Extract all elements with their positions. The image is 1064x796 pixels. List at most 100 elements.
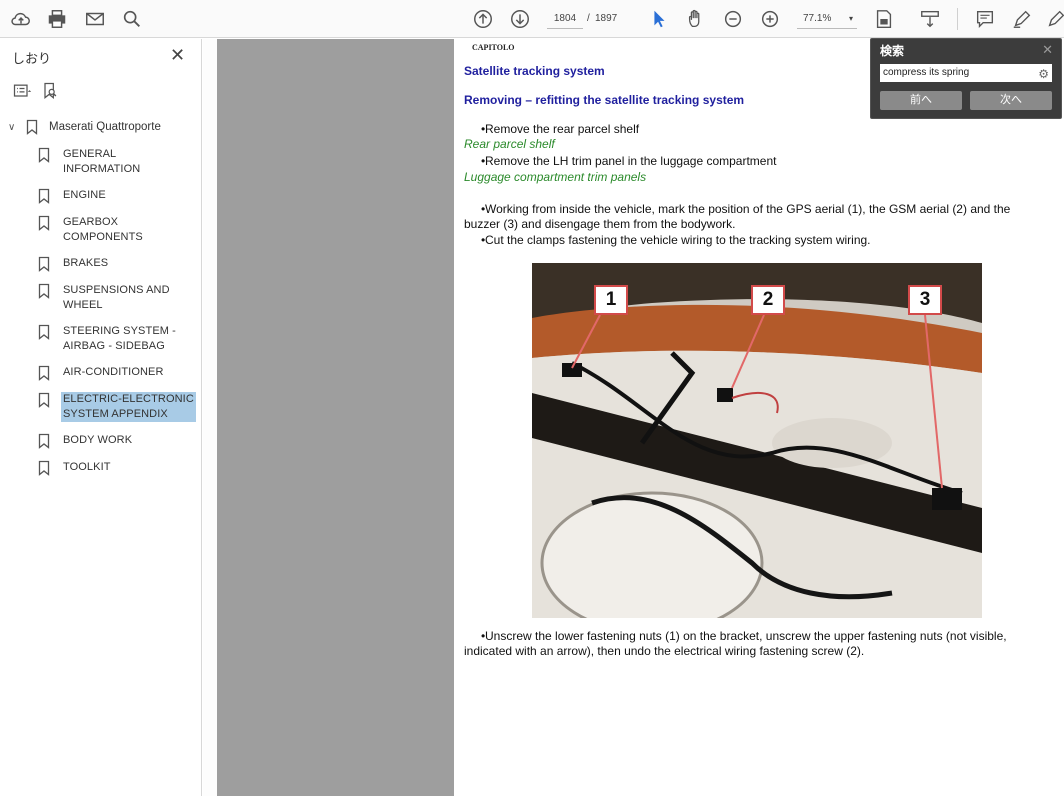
previous-page-icon[interactable] xyxy=(471,7,495,31)
find-title: 検索 xyxy=(880,44,905,58)
mail-icon[interactable] xyxy=(83,7,107,31)
step-text-continued: indicated with an arrow), then undo the … xyxy=(464,644,865,658)
options-menu-icon[interactable] xyxy=(12,81,32,106)
step-item: •Remove the rear parcel shelf xyxy=(464,122,639,137)
bullet: • xyxy=(481,154,486,168)
scroll-mode-icon[interactable] xyxy=(918,7,942,31)
step-item: •Cut the clamps fastening the vehicle wi… xyxy=(464,233,871,248)
bookmark-list: GENERAL INFORMATION ENGINE GEARBOX COMPO… xyxy=(38,145,198,485)
bookmarks-panel: しおり ✕ ∨ Maserati Quattroporte GENERAL IN… xyxy=(0,39,211,796)
bookmark-icon xyxy=(38,215,50,231)
search-icon[interactable] xyxy=(120,7,144,31)
callout-marker: 2 xyxy=(751,285,785,315)
bookmark-icon xyxy=(38,324,50,340)
step-text: Unscrew the lower fastening nuts (1) on … xyxy=(485,629,1007,643)
document-gutter xyxy=(217,39,454,796)
section-subtitle: Removing – refitting the satellite track… xyxy=(464,93,745,107)
bookmark-item[interactable]: AIR-CONDITIONER xyxy=(38,363,198,383)
bookmark-search-icon[interactable] xyxy=(40,81,60,106)
next-page-icon[interactable] xyxy=(508,7,532,31)
find-input[interactable]: compress its spring ⚙ xyxy=(880,64,1052,82)
bookmark-icon xyxy=(38,392,50,408)
bullet: • xyxy=(481,202,486,216)
bookmark-icon xyxy=(38,433,50,449)
bookmark-tools xyxy=(12,81,60,106)
close-icon[interactable]: ✕ xyxy=(1042,42,1053,58)
bookmark-label: SUSPENSIONS AND WHEEL xyxy=(63,284,170,311)
panel-title: しおり xyxy=(12,51,52,66)
step-text: Remove the LH trim panel in the luggage … xyxy=(485,154,777,168)
current-page-input[interactable]: 1804 xyxy=(547,9,583,29)
page-separator: / xyxy=(587,13,590,24)
bookmark-label: STEERING SYSTEM - AIRBAG - SIDEBAG xyxy=(63,325,176,352)
gear-icon[interactable]: ⚙ xyxy=(1038,65,1049,83)
page-fit-icon[interactable] xyxy=(872,7,896,31)
total-pages: 1897 xyxy=(595,13,618,24)
panel-divider xyxy=(203,39,217,796)
document-viewport[interactable]: CAPITOLO Satellite tracking system Remov… xyxy=(203,39,1064,796)
cross-reference-link[interactable]: Luggage compartment trim panels xyxy=(464,170,646,184)
step-text-continued: buzzer (3) and disengage them from the b… xyxy=(464,217,736,231)
zoom-value: 77.1% xyxy=(803,13,832,24)
bookmark-icon xyxy=(38,188,50,204)
find-previous-button[interactable]: 前へ xyxy=(880,91,962,110)
bookmark-item[interactable]: ENGINE xyxy=(38,186,198,206)
print-icon[interactable] xyxy=(45,7,69,31)
bookmark-icon xyxy=(26,119,38,135)
pdf-page[interactable]: CAPITOLO Satellite tracking system Remov… xyxy=(454,39,1064,796)
bullet: • xyxy=(481,233,486,247)
bookmark-label: BRAKES xyxy=(63,257,109,269)
cross-reference-link[interactable]: Rear parcel shelf xyxy=(464,137,555,151)
draw-icon[interactable] xyxy=(1044,7,1064,31)
bookmark-icon xyxy=(38,365,50,381)
bookmark-item-selected[interactable]: ELECTRIC-ELECTRONIC SYSTEM APPENDIX xyxy=(38,390,198,424)
bookmark-item[interactable]: GENERAL INFORMATION xyxy=(38,145,198,179)
callout-marker: 3 xyxy=(908,285,942,315)
cloud-upload-icon[interactable] xyxy=(9,7,33,31)
bookmark-root-label: Maserati Quattroporte xyxy=(49,121,161,133)
bookmark-icon xyxy=(38,256,50,272)
chapter-header: CAPITOLO xyxy=(472,43,515,52)
callout-marker: 1 xyxy=(594,285,628,315)
bookmark-icon xyxy=(38,147,50,163)
bookmark-icon xyxy=(38,460,50,476)
step-text: Remove the rear parcel shelf xyxy=(485,122,640,136)
find-query: compress its spring xyxy=(883,67,970,78)
chevron-down-icon: ▾ xyxy=(848,14,853,23)
bookmark-label: ELECTRIC-ELECTRONIC SYSTEM APPENDIX xyxy=(61,392,196,422)
bookmark-root[interactable]: ∨ Maserati Quattroporte xyxy=(8,119,161,135)
section-title: Satellite tracking system xyxy=(464,64,605,78)
bookmark-item[interactable]: BRAKES xyxy=(38,254,198,274)
comment-icon[interactable] xyxy=(973,7,997,31)
step-text: Working from inside the vehicle, mark th… xyxy=(485,202,1011,216)
zoom-out-icon[interactable] xyxy=(721,7,745,31)
procedure-photo: 1 2 3 xyxy=(532,263,982,618)
hand-tool-icon[interactable] xyxy=(684,7,708,31)
bookmark-item[interactable]: GEARBOX COMPONENTS xyxy=(38,213,198,247)
bullet: • xyxy=(481,629,486,643)
bookmark-label: BODY WORK xyxy=(63,434,133,446)
bookmark-label: ENGINE xyxy=(63,189,106,201)
chevron-down-icon[interactable]: ∨ xyxy=(8,122,20,133)
zoom-in-icon[interactable] xyxy=(758,7,782,31)
step-text: Cut the clamps fastening the vehicle wir… xyxy=(485,233,871,247)
bookmark-item[interactable]: BODY WORK xyxy=(38,431,198,451)
close-icon[interactable]: ✕ xyxy=(170,45,185,66)
toolbar-divider xyxy=(957,8,958,30)
step-item: •Working from inside the vehicle, mark t… xyxy=(464,202,1054,232)
highlight-pen-icon[interactable] xyxy=(1010,7,1034,31)
zoom-select[interactable]: 77.1% ▾ xyxy=(797,9,857,29)
find-next-button[interactable]: 次へ xyxy=(970,91,1052,110)
bookmark-label: TOOLKIT xyxy=(63,461,111,473)
bookmark-item[interactable]: TOOLKIT xyxy=(38,458,198,478)
step-item: •Remove the LH trim panel in the luggage… xyxy=(464,154,777,169)
find-dialog: 検索 ✕ compress its spring ⚙ 前へ 次へ xyxy=(870,38,1062,119)
bookmark-label: AIR-CONDITIONER xyxy=(63,366,164,378)
bullet: • xyxy=(481,122,486,136)
bookmark-icon xyxy=(38,283,50,299)
bookmark-label: GENERAL INFORMATION xyxy=(63,148,141,175)
bookmark-item[interactable]: STEERING SYSTEM - AIRBAG - SIDEBAG xyxy=(38,322,198,356)
bookmark-item[interactable]: SUSPENSIONS AND WHEEL xyxy=(38,281,198,315)
select-cursor-icon[interactable] xyxy=(647,7,671,31)
bookmark-label: GEARBOX COMPONENTS xyxy=(63,216,143,243)
